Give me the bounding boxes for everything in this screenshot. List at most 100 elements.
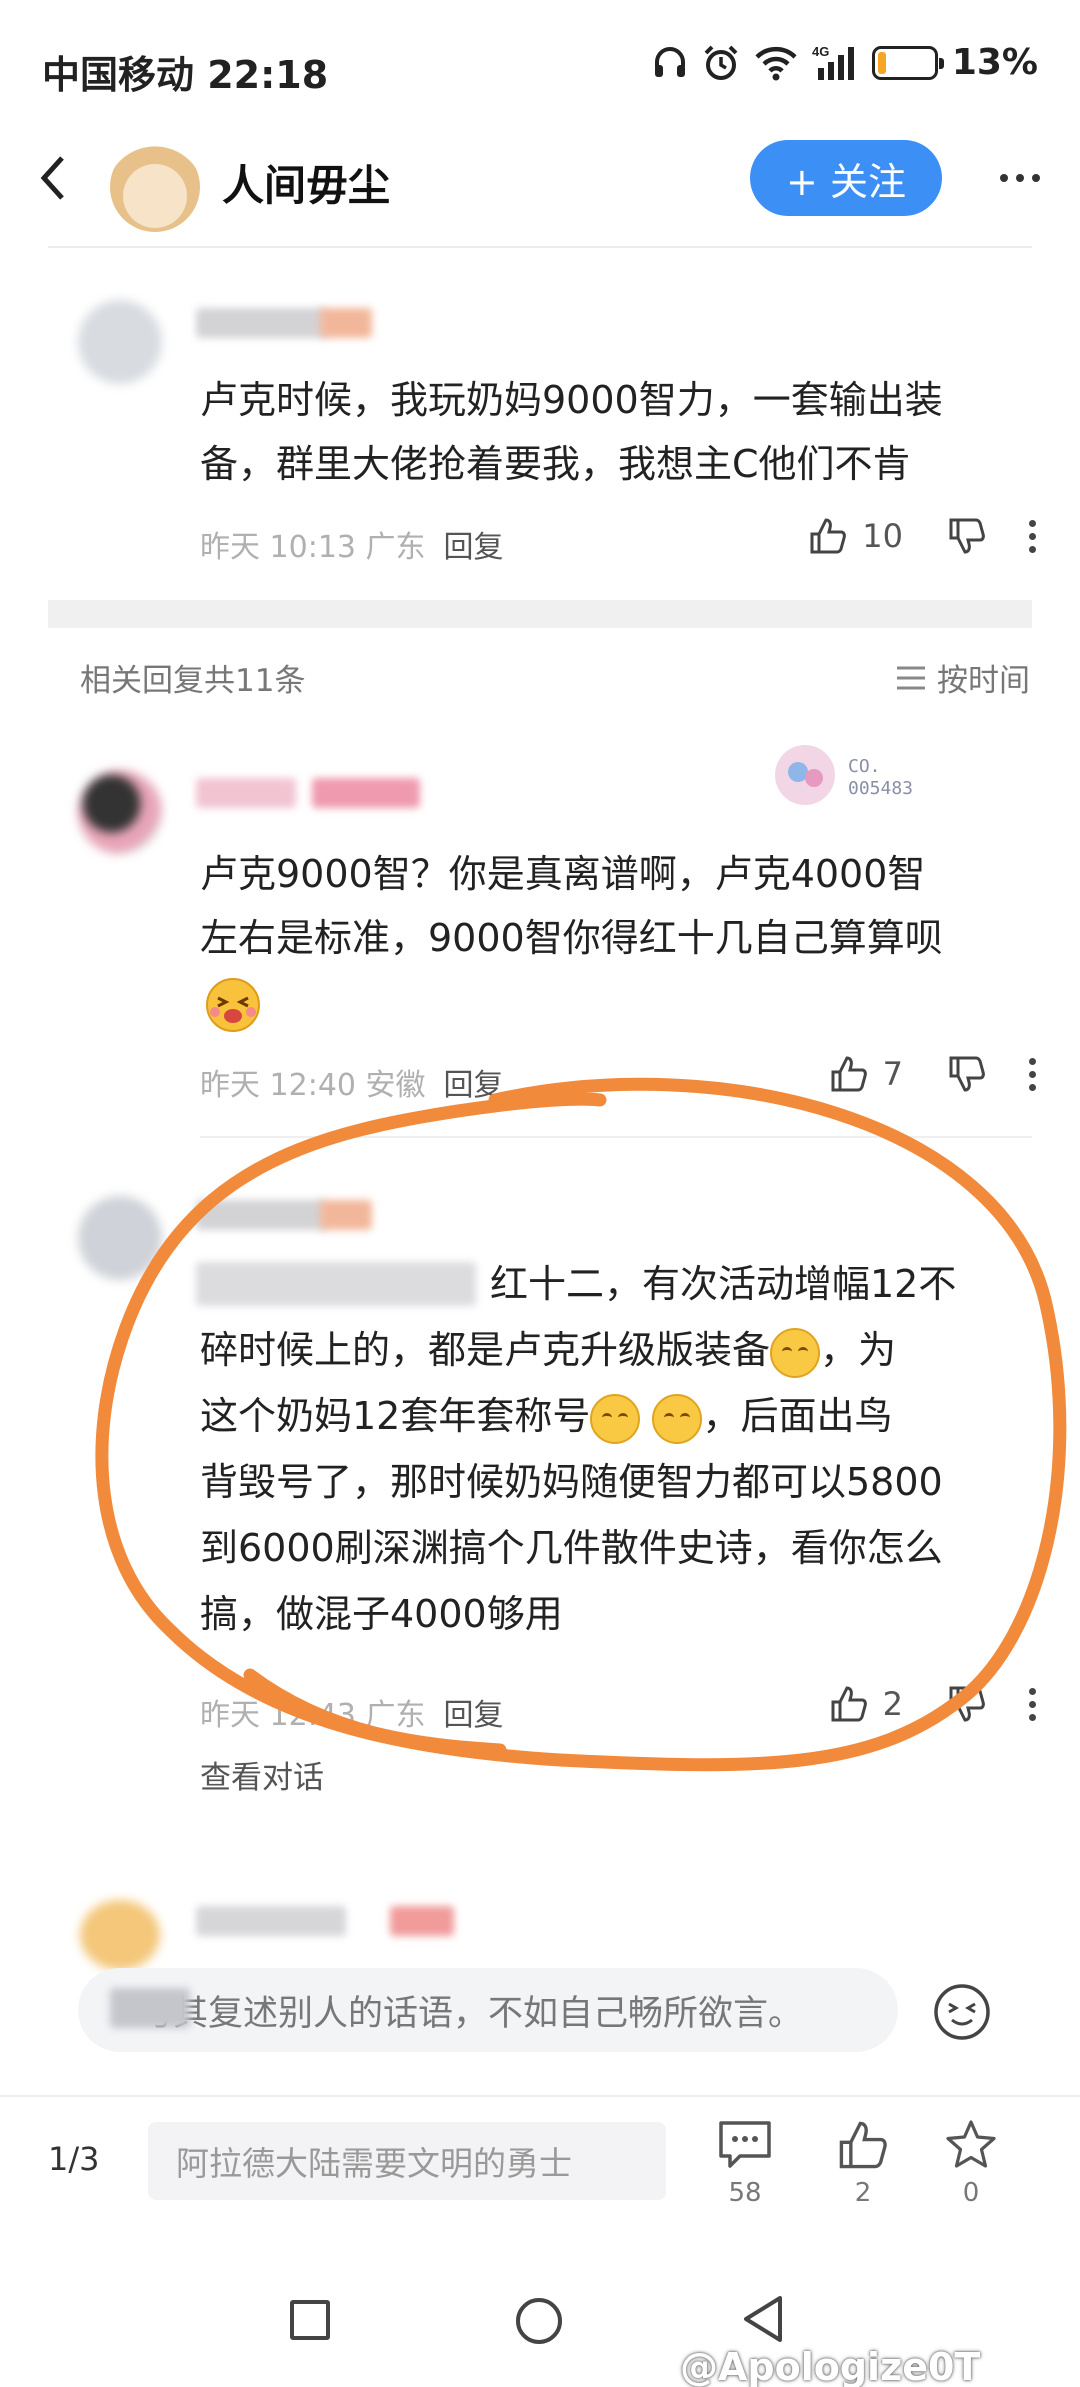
smiley-icon xyxy=(934,1984,990,2040)
thumbs-down-icon[interactable] xyxy=(947,1684,987,1724)
comment-text-line: 备，群里大佬抢着要我，我想主C他们不肯 xyxy=(200,442,911,486)
emoji-cry-laugh-icon xyxy=(590,1393,641,1444)
avatar[interactable] xyxy=(78,1196,162,1280)
reply-text-segment: ，后面出鸟 xyxy=(702,1394,893,1438)
reply-text-line: 搞，做混子4000够用 xyxy=(200,1592,563,1636)
star-icon xyxy=(946,2120,996,2168)
comment-time-location: 昨天 10:13 广东 xyxy=(200,530,426,565)
thumbs-up-icon[interactable] xyxy=(829,1054,869,1094)
emoji-laugh-icon xyxy=(204,976,262,1038)
like-count: 2 xyxy=(882,1685,903,1723)
recents-button[interactable] xyxy=(290,2300,330,2340)
comment-more-icon[interactable] xyxy=(1029,1057,1036,1091)
battery-level xyxy=(877,51,886,74)
sort-label: 按时间 xyxy=(937,663,1030,699)
like-count: 10 xyxy=(862,517,903,555)
user-badge-blurred xyxy=(320,1200,372,1230)
system-back-button[interactable] xyxy=(740,2292,786,2350)
placeholder-blur xyxy=(110,1988,190,2028)
sort-lines-icon xyxy=(895,665,927,691)
emoji-button[interactable] xyxy=(932,1982,992,2042)
sort-button[interactable]: 按时间 xyxy=(895,655,1030,700)
thumbs-down-icon[interactable] xyxy=(947,1054,987,1094)
reply-text-segment: 这个奶妈12套年套称号 xyxy=(200,1394,591,1438)
reply-button[interactable]: 回复 xyxy=(444,1068,504,1103)
section-separator xyxy=(48,600,1032,628)
reply-text-segment: 碎时候上的，都是卢克升级版装备 xyxy=(200,1328,771,1372)
bottom-comment-input[interactable]: 阿拉德大陆需要文明的勇士 xyxy=(148,2122,666,2200)
carrier-time: 中国移动 22:18 xyxy=(42,53,329,97)
reply-text-line: 背毁号了，那时候奶妈随便智力都可以5800 xyxy=(200,1460,943,1504)
watermark: @Apologize0T xyxy=(680,2345,981,2387)
chevron-left-icon xyxy=(40,156,64,200)
username-blurred[interactable] xyxy=(196,308,326,338)
comment-meta: 昨天 12:40 安徽 回复 xyxy=(200,1060,504,1104)
battery-icon xyxy=(871,45,944,80)
reply-text-line: 到6000刷深渊搞个几件散件史诗，看你怎么 xyxy=(200,1526,943,1570)
more-dot-icon xyxy=(1000,174,1008,182)
headphones-icon xyxy=(652,45,688,81)
comment-meta: 昨天 12:43 广东 回复 xyxy=(200,1690,504,1734)
username-blurred[interactable] xyxy=(196,1906,346,1936)
comments-button[interactable]: 58 xyxy=(700,2118,790,2208)
username-blurred[interactable] xyxy=(196,1200,326,1230)
fan-badge: CO. 005483 xyxy=(770,740,970,812)
comment-time-location: 昨天 12:43 广东 xyxy=(200,1698,426,1733)
comment-text-line: 卢克时候，我玩奶妈9000智力，一套输出装 xyxy=(200,378,943,422)
user-badge-blurred xyxy=(390,1906,454,1936)
comment-more-icon[interactable] xyxy=(1029,519,1036,553)
quoted-name-blurred xyxy=(196,1262,476,1306)
user-badge-blurred xyxy=(312,778,420,808)
emoji-cry-laugh-icon xyxy=(770,1327,821,1378)
comment-actions: 7 xyxy=(829,1054,1036,1094)
home-button[interactable] xyxy=(516,2298,562,2344)
triangle-back-icon xyxy=(744,2296,782,2342)
favorites-count: 0 xyxy=(962,2178,980,2208)
related-replies-count: 相关回复共11条 xyxy=(80,663,306,699)
avatar[interactable] xyxy=(80,1900,160,1970)
comment-more-icon[interactable] xyxy=(1029,1687,1036,1721)
reply-input-placeholder: 与其复述别人的话语，不如自己畅所欲言。 xyxy=(138,1993,804,2034)
comment-actions: 2 xyxy=(829,1684,1036,1724)
bottom-divider xyxy=(0,2095,1080,2097)
back-button[interactable] xyxy=(34,150,70,210)
thumbs-up-icon[interactable] xyxy=(808,516,848,556)
username-blurred[interactable] xyxy=(196,778,296,808)
follow-button[interactable]: + 关注 xyxy=(750,140,942,216)
reply-divider xyxy=(200,1136,1032,1138)
emoji-cry-laugh-icon xyxy=(652,1393,703,1444)
likes-count: 2 xyxy=(854,2178,872,2208)
avatar[interactable] xyxy=(78,770,162,854)
reply-button[interactable]: 回复 xyxy=(444,1698,504,1733)
comment-time-location: 昨天 12:40 安徽 xyxy=(200,1068,426,1103)
thumbs-down-icon[interactable] xyxy=(947,516,987,556)
badge-character-icon xyxy=(775,745,835,805)
svg-text:4G: 4G xyxy=(812,44,829,59)
reply-input[interactable]: 与其复述别人的话语，不如自己畅所欲言。 xyxy=(78,1968,898,2052)
more-options-button[interactable] xyxy=(990,150,1050,206)
author-avatar[interactable] xyxy=(110,142,200,232)
reply-text-line: 这个奶妈12套年套称号 ，后面出鸟 xyxy=(200,1384,1000,1448)
bottom-input-placeholder: 阿拉德大陆需要文明的勇士 xyxy=(176,2144,572,2183)
page-title[interactable]: 人间毋尘 xyxy=(222,152,390,213)
page-indicator[interactable]: 1/3 xyxy=(48,2140,100,2178)
like-post-button[interactable]: 2 xyxy=(818,2118,908,2208)
thumbs-up-icon[interactable] xyxy=(829,1684,869,1724)
view-conversation-link[interactable]: 查看对话 xyxy=(200,1752,324,1797)
alarm-icon xyxy=(702,44,740,82)
signal-4g-icon: 4G xyxy=(812,44,858,82)
avatar[interactable] xyxy=(78,300,162,384)
header-divider xyxy=(48,246,1032,248)
comment-actions: 10 xyxy=(808,516,1036,556)
user-badge-blurred xyxy=(320,308,372,338)
reply-button[interactable]: 回复 xyxy=(444,530,504,565)
like-count: 7 xyxy=(882,1055,903,1093)
battery-percent: 13% xyxy=(951,42,1038,83)
reply-text-segment: ，为 xyxy=(820,1328,897,1372)
favorite-button[interactable]: 0 xyxy=(926,2118,1016,2208)
comment-meta: 昨天 10:13 广东 回复 xyxy=(200,522,504,566)
wifi-icon xyxy=(754,45,798,81)
reply-text-line: 红十二，有次活动增幅12不 xyxy=(490,1262,957,1306)
comment-bubble-icon xyxy=(719,2121,771,2168)
badge-text: CO. 005483 xyxy=(848,756,914,799)
